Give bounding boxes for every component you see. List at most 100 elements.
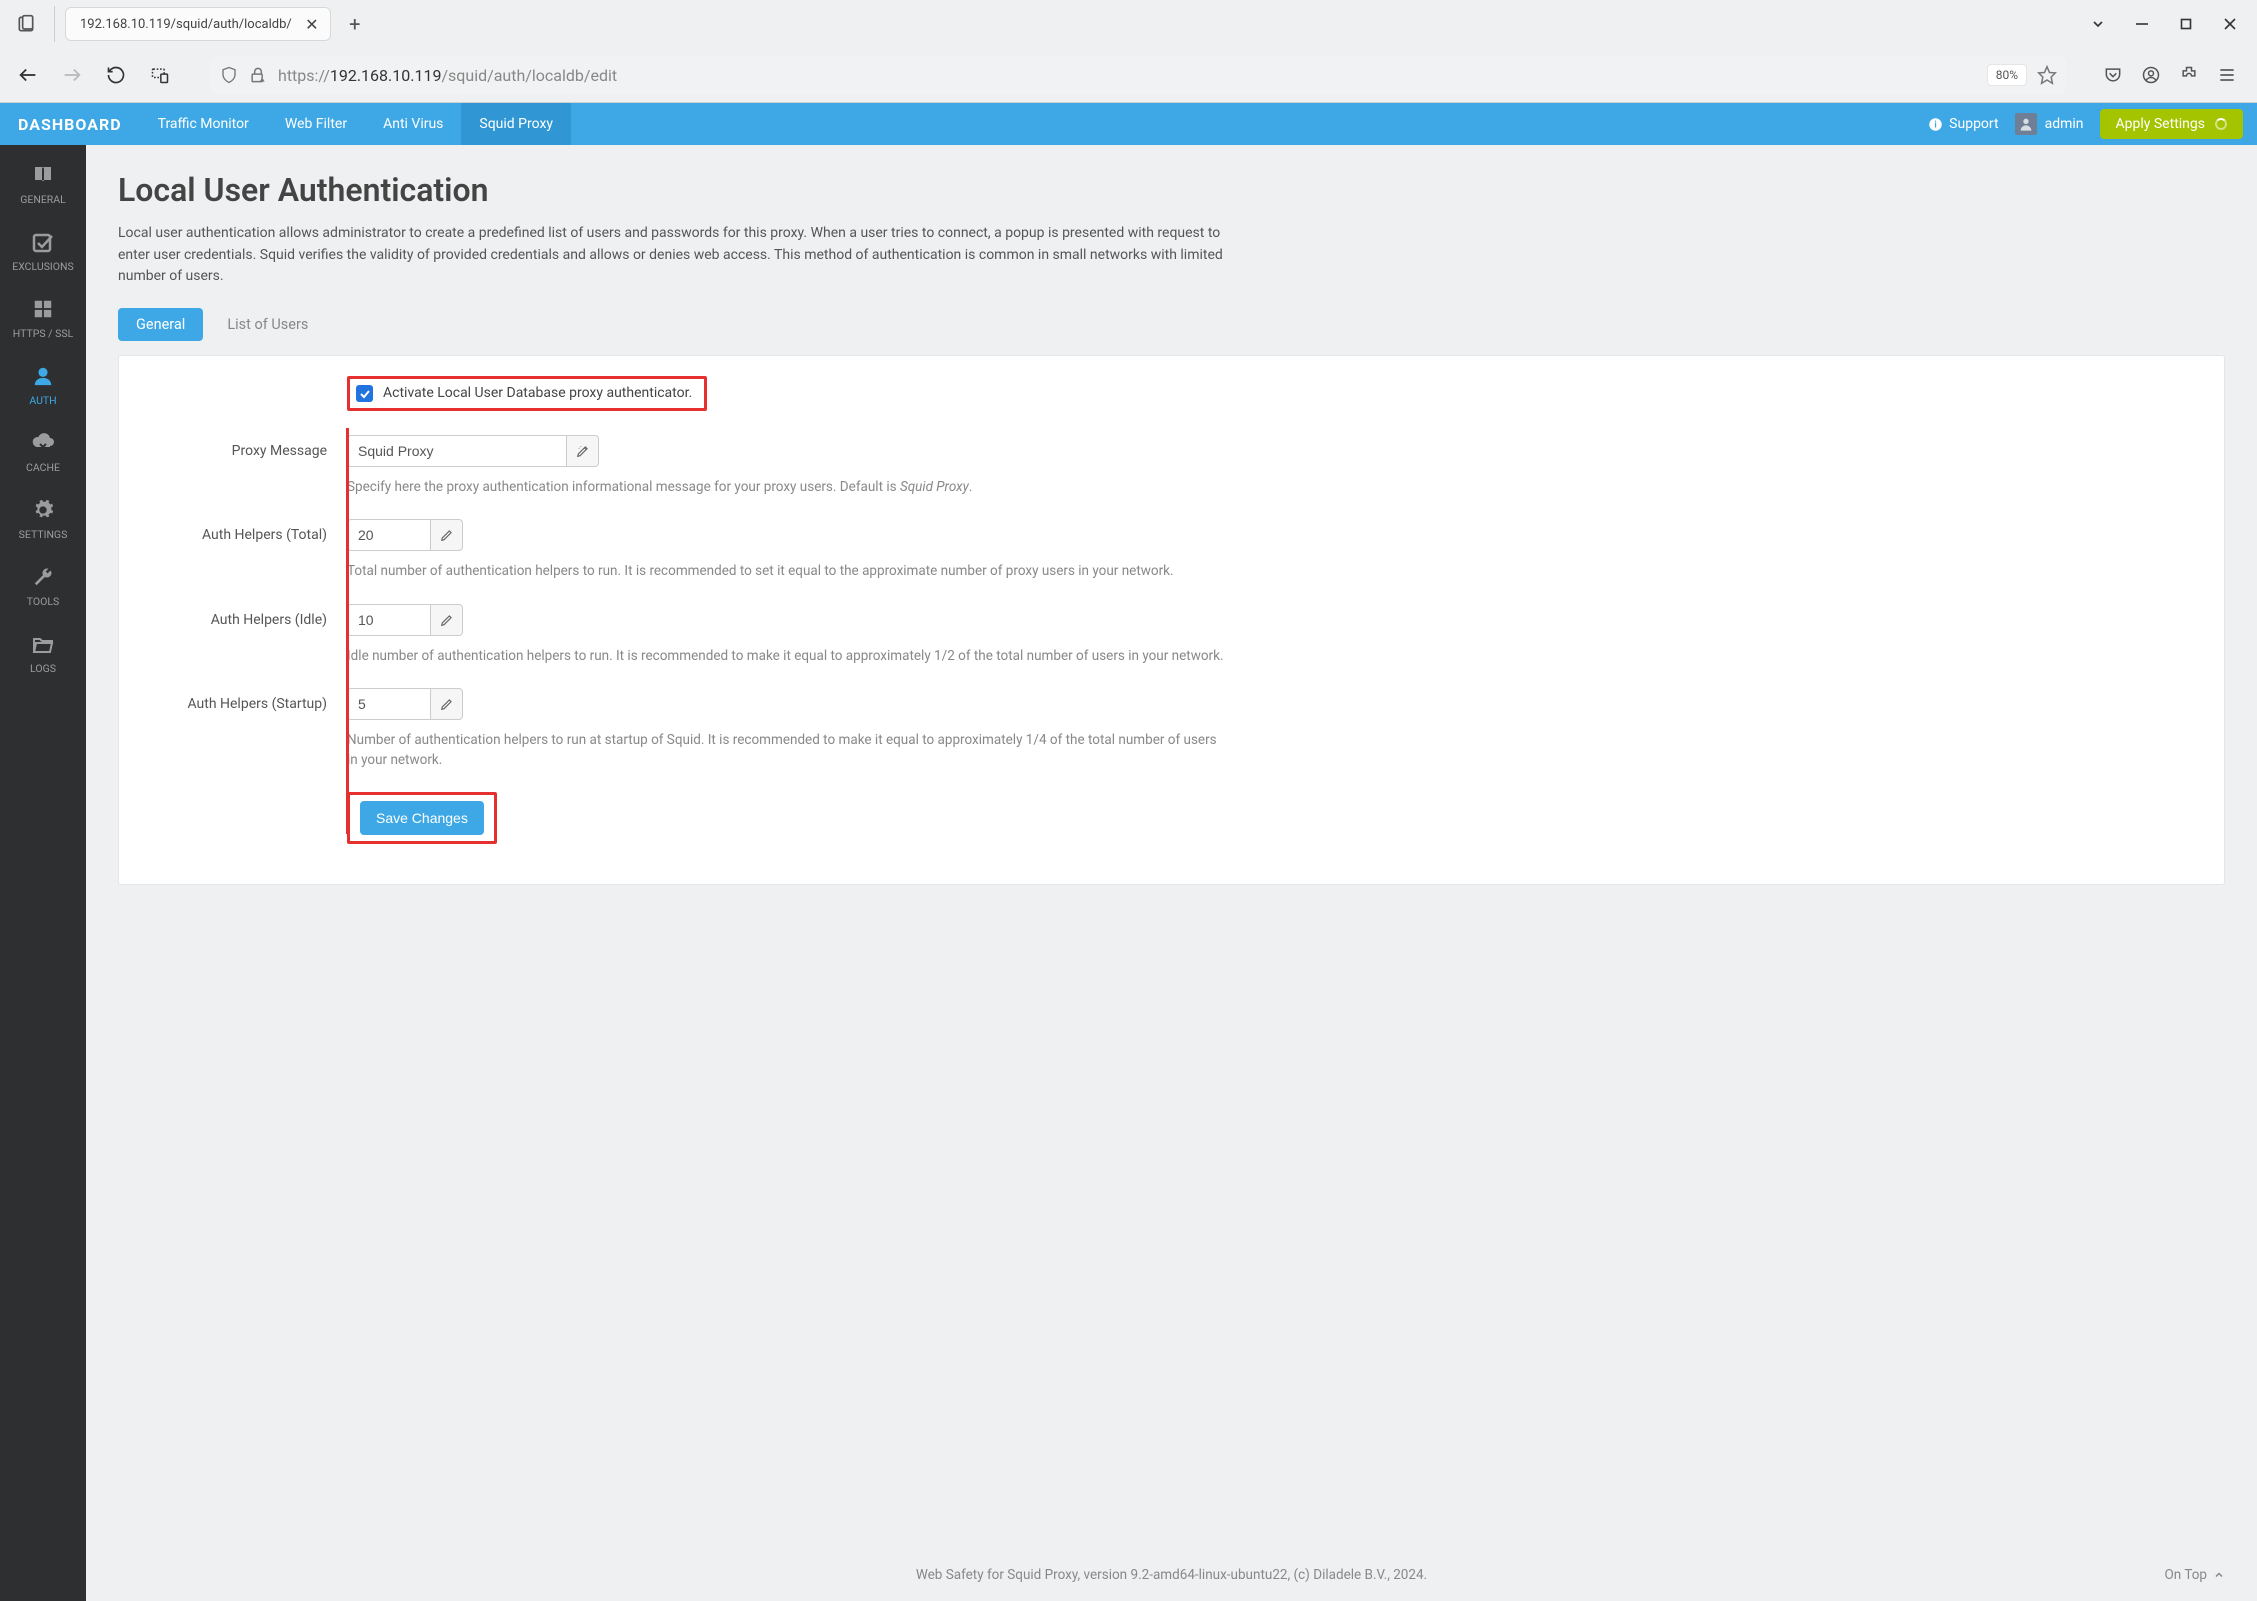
user-icon — [31, 364, 55, 388]
lock-warning-icon[interactable] — [248, 65, 268, 85]
info-icon: i — [1928, 117, 1943, 132]
page-title: Local User Authentication — [118, 171, 2225, 209]
user-chip[interactable]: admin — [2015, 113, 2084, 135]
form-body: Activate Local User Database proxy authe… — [147, 376, 2196, 844]
tabs: General List of Users — [118, 308, 2225, 341]
app: DASHBOARD Traffic Monitor Web Filter Ant… — [0, 103, 2257, 1601]
sidebar-item-auth[interactable]: AUTH — [0, 350, 86, 417]
chevron-up-icon — [2213, 1569, 2225, 1581]
body-area: GENERAL EXCLUSIONS HTTPS / SSL AUTH CACH… — [0, 145, 2257, 1601]
edit-icon[interactable] — [431, 688, 463, 720]
sidebar-item-label: SETTINGS — [19, 528, 68, 541]
url-text: https://192.168.10.119/squid/auth/locald… — [278, 66, 1977, 85]
sidebar-item-label: GENERAL — [20, 193, 66, 206]
tab-list-of-users[interactable]: List of Users — [209, 308, 326, 341]
tabs-dropdown-icon[interactable] — [2089, 15, 2107, 33]
edit-icon[interactable] — [431, 604, 463, 636]
sidebar-item-https-ssl[interactable]: HTTPS / SSL — [0, 283, 86, 350]
nav-squid-proxy[interactable]: Squid Proxy — [461, 103, 571, 145]
shield-icon[interactable] — [220, 66, 238, 84]
tab-general[interactable]: General — [118, 308, 203, 341]
helpers-startup-input[interactable] — [347, 688, 431, 720]
nav-web-filter[interactable]: Web Filter — [267, 103, 365, 145]
cloud-download-icon — [31, 431, 55, 455]
footer: Web Safety for Squid Proxy, version 9.2-… — [118, 1527, 2225, 1601]
sidebar-item-label: HTTPS / SSL — [13, 327, 73, 340]
tab-bar: 192.168.10.119/squid/auth/localdb/ ✕ + — [0, 0, 2257, 48]
row-helpers-startup: Auth Helpers (Startup) Number of authent… — [147, 688, 2196, 789]
back-button[interactable] — [14, 61, 42, 89]
row-save: Save Changes — [147, 792, 2196, 844]
sidebar-item-cache[interactable]: CACHE — [0, 417, 86, 484]
on-top-label: On Top — [2164, 1567, 2207, 1583]
sidebar-item-settings[interactable]: SETTINGS — [0, 484, 86, 551]
apply-label: Apply Settings — [2116, 116, 2205, 132]
divider — [54, 6, 55, 42]
sidebar-item-general[interactable]: GENERAL — [0, 149, 86, 216]
highlight-activate: Activate Local User Database proxy authe… — [347, 376, 707, 411]
responsive-design-icon[interactable] — [146, 61, 174, 89]
menu-icon[interactable] — [2217, 65, 2237, 85]
username: admin — [2045, 116, 2084, 132]
nav-traffic-monitor[interactable]: Traffic Monitor — [140, 103, 267, 145]
sidebar-item-logs[interactable]: LOGS — [0, 618, 86, 685]
sidebar-item-label: LOGS — [30, 662, 56, 675]
label-proxy-message: Proxy Message — [147, 435, 347, 459]
forward-button[interactable] — [58, 61, 86, 89]
maximize-icon[interactable] — [2177, 15, 2195, 33]
sidebar-item-label: CACHE — [26, 461, 60, 474]
extensions-icon[interactable] — [2179, 65, 2199, 85]
label-helpers-total: Auth Helpers (Total) — [147, 519, 347, 543]
recent-pages-icon[interactable] — [8, 6, 44, 42]
helpers-idle-input[interactable] — [347, 604, 431, 636]
help-helpers-startup: Number of authentication helpers to run … — [347, 730, 1227, 771]
sidebar-item-label: AUTH — [29, 394, 56, 407]
wrench-icon — [31, 565, 55, 589]
new-tab-button[interactable]: + — [339, 8, 371, 40]
row-helpers-total: Auth Helpers (Total) Total number of aut… — [147, 519, 2196, 599]
row-helpers-idle: Auth Helpers (Idle) Idle number of authe… — [147, 604, 2196, 684]
reload-button[interactable] — [102, 61, 130, 89]
support-label: Support — [1949, 116, 1998, 132]
browser-tab[interactable]: 192.168.10.119/squid/auth/localdb/ ✕ — [65, 7, 331, 41]
label-helpers-startup: Auth Helpers (Startup) — [147, 688, 347, 712]
url-bar[interactable]: https://192.168.10.119/squid/auth/locald… — [210, 56, 2067, 94]
proxy-message-input[interactable] — [347, 435, 567, 467]
save-button[interactable]: Save Changes — [360, 801, 484, 835]
pocket-icon[interactable] — [2103, 65, 2123, 85]
url-scheme: https:// — [278, 66, 330, 85]
highlight-save: Save Changes — [347, 792, 497, 844]
grid-icon — [31, 297, 55, 321]
sidebar: GENERAL EXCLUSIONS HTTPS / SSL AUTH CACH… — [0, 145, 86, 1601]
help-helpers-total: Total number of authentication helpers t… — [347, 561, 1227, 581]
help-proxy-message: Specify here the proxy authentication in… — [347, 477, 1227, 497]
url-host: 192.168.10.119 — [330, 66, 442, 85]
sidebar-item-label: TOOLS — [27, 595, 59, 608]
zoom-badge[interactable]: 80% — [1987, 64, 2027, 86]
edit-icon[interactable] — [567, 435, 599, 467]
nav-anti-virus[interactable]: Anti Virus — [365, 103, 461, 145]
svg-text:i: i — [1935, 120, 1937, 130]
close-tab-icon[interactable]: ✕ — [302, 14, 322, 34]
form-panel: Activate Local User Database proxy authe… — [118, 355, 2225, 885]
page-description: Local user authentication allows adminis… — [118, 223, 1238, 288]
close-window-icon[interactable] — [2221, 15, 2239, 33]
activate-row: Activate Local User Database proxy authe… — [347, 376, 2196, 411]
account-icon[interactable] — [2141, 65, 2161, 85]
folder-open-icon — [31, 632, 55, 656]
gear-icon — [31, 498, 55, 522]
activate-checkbox[interactable] — [356, 385, 373, 402]
bookmark-star-icon[interactable] — [2037, 65, 2057, 85]
helpers-total-input[interactable] — [347, 519, 431, 551]
edit-icon[interactable] — [431, 519, 463, 551]
url-path: /squid/auth/localdb/edit — [441, 66, 617, 85]
sidebar-item-tools[interactable]: TOOLS — [0, 551, 86, 618]
sidebar-item-exclusions[interactable]: EXCLUSIONS — [0, 216, 86, 283]
support-link[interactable]: i Support — [1928, 116, 1998, 132]
help-helpers-idle: Idle number of authentication helpers to… — [347, 646, 1227, 666]
apply-settings-button[interactable]: Apply Settings — [2100, 109, 2243, 139]
brand[interactable]: DASHBOARD — [0, 103, 140, 145]
sidebar-item-label: EXCLUSIONS — [12, 260, 73, 273]
minimize-icon[interactable] — [2133, 15, 2151, 33]
on-top-link[interactable]: On Top — [2164, 1567, 2225, 1583]
